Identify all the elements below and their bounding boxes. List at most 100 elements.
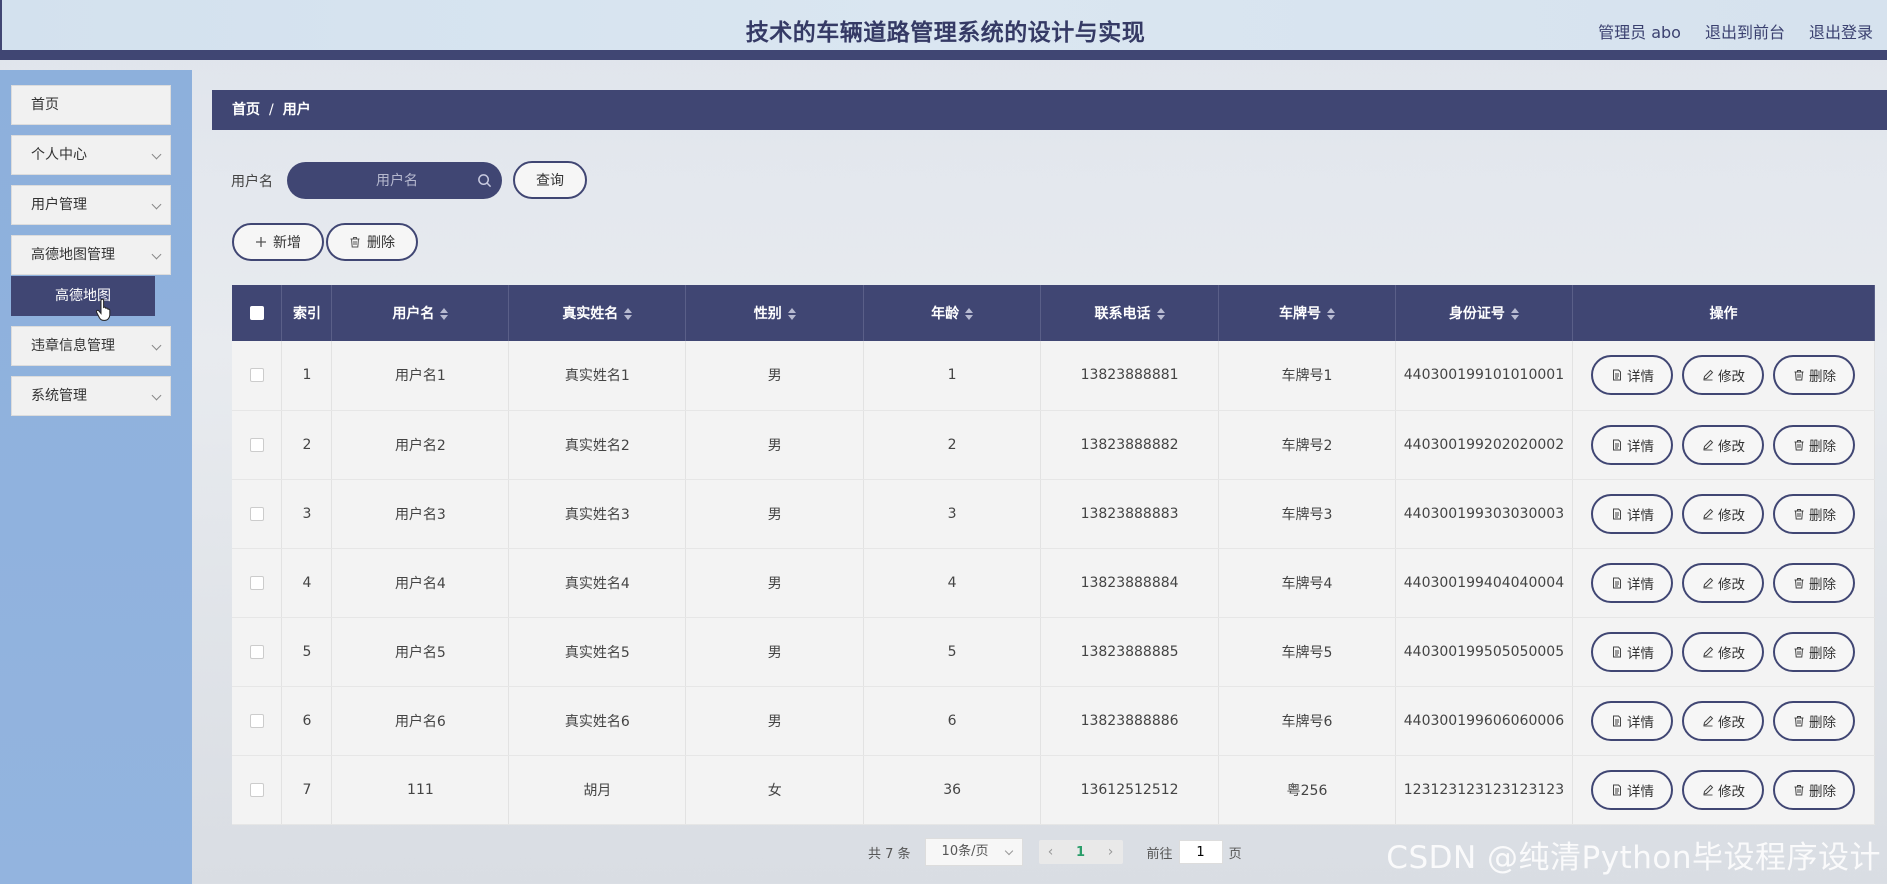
header-label: 操作 <box>1709 306 1738 322</box>
sidebar-item-label: 系统管理 <box>31 388 87 404</box>
cell-phone: 13823888881 <box>1040 341 1220 411</box>
row-checkbox[interactable] <box>249 644 264 659</box>
logout-link[interactable]: 退出登录 <box>1809 19 1873 43</box>
cell-age: 3 <box>863 479 1042 549</box>
delete-button[interactable]: 删除 <box>1773 562 1856 603</box>
row-checkbox[interactable] <box>249 437 264 452</box>
delete-button[interactable]: 删除 <box>1773 769 1856 810</box>
column-header-idcard[interactable]: 身份证号 <box>1395 285 1573 341</box>
cell-age: 6 <box>863 686 1042 756</box>
detail-button[interactable]: 详情 <box>1591 562 1674 603</box>
exit-to-front-link[interactable]: 退出到前台 <box>1705 19 1785 43</box>
delete-button[interactable]: 删除 <box>1773 424 1856 465</box>
column-header-username[interactable]: 用户名 <box>331 285 510 341</box>
trash-icon <box>1794 508 1804 519</box>
detail-button[interactable]: 详情 <box>1591 493 1674 534</box>
select-all-checkbox[interactable] <box>249 306 264 320</box>
header-label: 车牌号 <box>1278 306 1321 322</box>
sort-icon[interactable] <box>624 308 633 320</box>
trash-icon <box>1794 784 1804 795</box>
cell-username: 用户名4 <box>331 548 510 618</box>
detail-button-label: 详情 <box>1626 507 1654 524</box>
cell-idcard: 440300199606060006 <box>1395 686 1573 756</box>
sort-icon[interactable] <box>1156 308 1165 320</box>
breadcrumb-home[interactable]: 首页 <box>232 102 260 118</box>
sidebar-item-label: 高德地图管理 <box>31 247 115 263</box>
header-label: 索引 <box>292 306 321 322</box>
search-label: 用户名 <box>231 174 273 190</box>
edit-button[interactable]: 修改 <box>1682 493 1765 534</box>
pencil-icon <box>1703 577 1714 588</box>
edit-button[interactable]: 修改 <box>1682 631 1765 672</box>
sort-icon[interactable] <box>965 308 974 320</box>
add-button[interactable]: 新增 <box>232 223 324 261</box>
sidebar-subitem-amap[interactable]: 高德地图 <box>11 276 155 316</box>
edit-button[interactable]: 修改 <box>1682 424 1765 465</box>
goto-page-input[interactable] <box>1178 840 1223 864</box>
sort-icon[interactable] <box>1326 308 1335 320</box>
edit-button[interactable]: 修改 <box>1682 562 1765 603</box>
delete-button-label: 删除 <box>1808 714 1836 731</box>
column-header-plate[interactable]: 车牌号 <box>1218 285 1396 341</box>
delete-button[interactable]: 删除 <box>1773 493 1856 534</box>
column-header-realname[interactable]: 真实姓名 <box>508 285 687 341</box>
detail-button[interactable]: 详情 <box>1591 424 1674 465</box>
query-button[interactable]: 查询 <box>513 161 587 199</box>
chevron-down-icon <box>151 390 162 401</box>
pencil-icon <box>1703 646 1714 657</box>
detail-button[interactable]: 详情 <box>1591 769 1674 810</box>
sidebar-item-home[interactable]: 首页 <box>11 85 171 125</box>
chevron-down-icon <box>151 149 162 160</box>
delete-button[interactable]: 删除 <box>1773 700 1856 741</box>
edit-button-label: 修改 <box>1717 369 1745 386</box>
cell-actions: 详情 修改 删除 <box>1572 410 1876 480</box>
column-header-gender[interactable]: 性别 <box>685 285 865 341</box>
sidebar-item-violation-management[interactable]: 违章信息管理 <box>11 326 171 366</box>
cell-actions: 详情 修改 删除 <box>1572 686 1876 756</box>
detail-button[interactable]: 详情 <box>1591 355 1674 396</box>
header-label: 联系电话 <box>1094 306 1151 322</box>
sidebar-item-user-management[interactable]: 用户管理 <box>11 185 171 225</box>
row-checkbox[interactable] <box>249 575 264 590</box>
next-page-icon[interactable]: › <box>1099 844 1123 860</box>
search-icon[interactable] <box>477 173 492 188</box>
column-header-age[interactable]: 年龄 <box>863 285 1042 341</box>
prev-page-icon[interactable]: ‹ <box>1039 844 1063 860</box>
delete-button[interactable]: 删除 <box>1773 355 1856 396</box>
detail-button[interactable]: 详情 <box>1591 631 1674 672</box>
top-header: 技术的车辆道路管理系统的设计与实现 管理员 abo 退出到前台 退出登录 <box>0 0 1887 60</box>
delete-button[interactable]: 删除 <box>1773 631 1856 672</box>
column-header-index: 索引 <box>281 285 333 341</box>
sidebar-item-personal-center[interactable]: 个人中心 <box>11 135 171 175</box>
header-label: 身份证号 <box>1448 306 1505 322</box>
sort-icon[interactable] <box>787 308 796 320</box>
cell-idcard: 123123123123123123 <box>1395 755 1573 825</box>
table-row: 1 用户名1 真实姓名1 男 1 13823888881 车牌号1 4403001991010… <box>232 341 1876 411</box>
plus-icon <box>256 237 266 247</box>
row-checkbox[interactable] <box>249 713 264 728</box>
header-label: 性别 <box>753 306 782 322</box>
edit-button[interactable]: 修改 <box>1682 355 1765 396</box>
edit-button[interactable]: 修改 <box>1682 769 1765 810</box>
row-checkbox[interactable] <box>249 782 264 797</box>
cell-phone: 13823888882 <box>1040 410 1220 480</box>
row-checkbox[interactable] <box>249 368 264 383</box>
sidebar-item-system-management[interactable]: 系统管理 <box>11 376 171 416</box>
page-size-select[interactable]: 10条/页 <box>924 838 1023 866</box>
header-label: 年龄 <box>931 306 960 322</box>
detail-button[interactable]: 详情 <box>1591 700 1674 741</box>
page-number-current[interactable]: 1 <box>1063 845 1099 860</box>
sort-icon[interactable] <box>1510 308 1519 320</box>
cell-phone: 13823888885 <box>1040 617 1220 687</box>
username-search-input[interactable] <box>287 162 477 199</box>
sort-icon[interactable] <box>440 308 449 320</box>
add-button-label: 新增 <box>273 235 301 251</box>
delete-button-label: 删除 <box>1808 438 1836 455</box>
cell-idcard: 440300199404040004 <box>1395 548 1573 618</box>
cell-idcard: 440300199202020002 <box>1395 410 1573 480</box>
sidebar-item-amap-management[interactable]: 高德地图管理 <box>11 235 171 275</box>
column-header-phone[interactable]: 联系电话 <box>1040 285 1220 341</box>
batch-delete-button[interactable]: 删除 <box>326 223 418 261</box>
edit-button[interactable]: 修改 <box>1682 700 1765 741</box>
row-checkbox[interactable] <box>249 506 264 521</box>
